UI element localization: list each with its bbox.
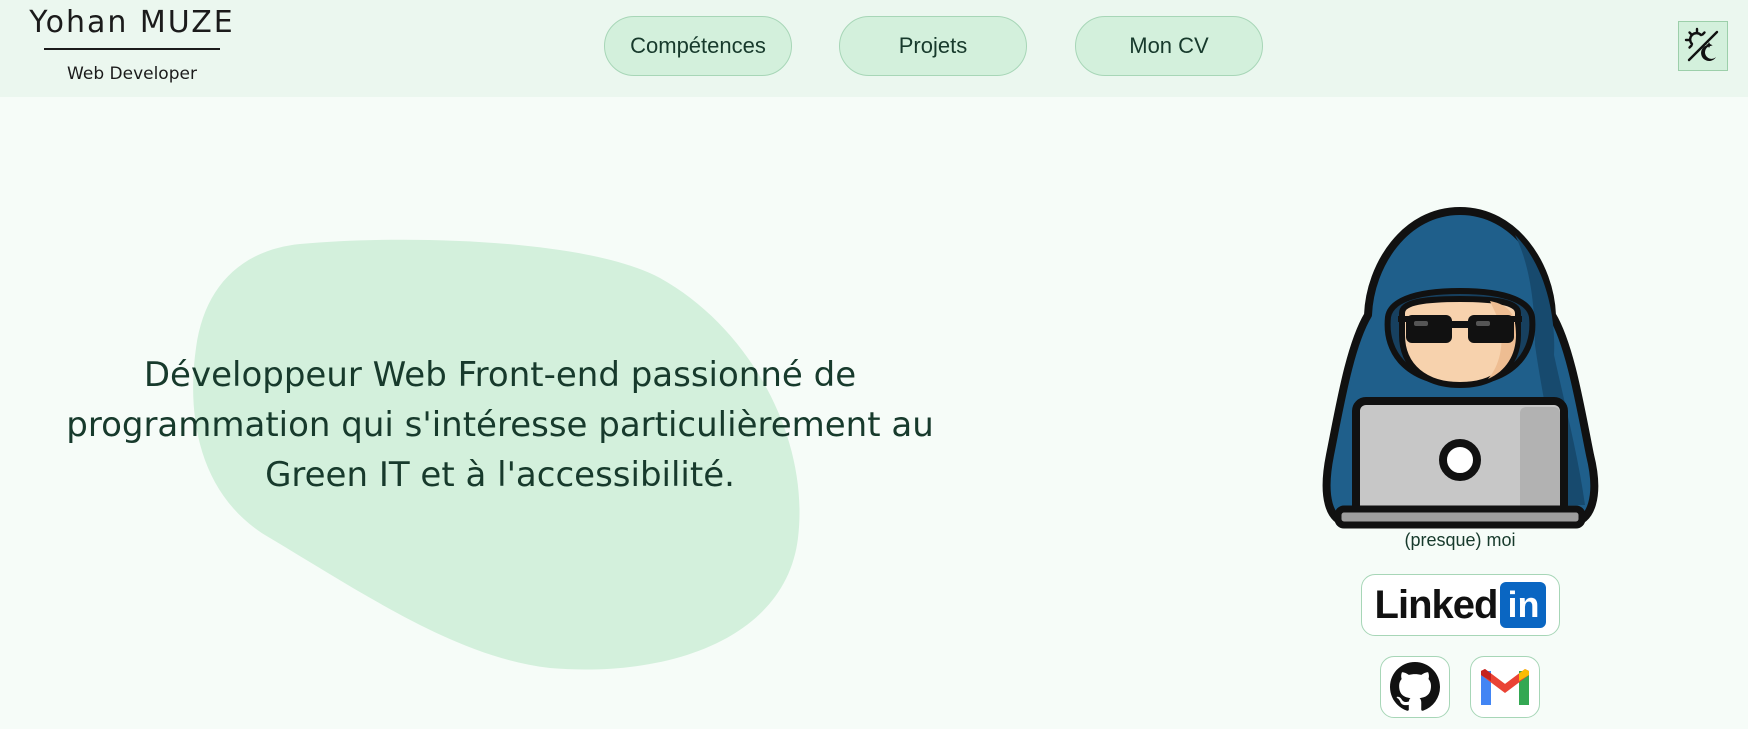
avatar-caption: (presque) moi [1404,530,1516,550]
github-link[interactable] [1380,656,1450,718]
tagline-line-1: Développeur Web Front-end passionné de [143,355,857,395]
gmail-link[interactable] [1470,656,1540,718]
brand-divider [44,48,220,50]
hacker-avatar-illustration [1322,207,1599,529]
linkedin-wordmark: Linked [1374,582,1499,627]
nav-competences-button[interactable]: Compétences [604,16,792,76]
tagline-line-2: programmation qui s'intéresse particuliè… [66,405,934,445]
hero-tagline: Développeur Web Front-end passionné de p… [20,350,980,500]
sun-moon-icon [1684,27,1719,62]
linkedin-icon: in [1500,582,1547,628]
github-icon [1390,662,1440,711]
nav-projets-button[interactable]: Projets [839,16,1027,76]
brand-name: Yohan MUZE [29,5,235,40]
brand-role: Web Developer [67,64,197,84]
linkedin-link[interactable]: Linked in [1361,574,1560,636]
nav-cv-button[interactable]: Mon CV [1075,16,1263,76]
brand-logo[interactable]: Yohan MUZE Web Developer [20,4,244,84]
theme-toggle-button[interactable] [1678,21,1728,71]
site-header: Yohan MUZE Web Developer Compétences Pro… [0,0,1748,97]
tagline-line-3: Green IT et à l'accessibilité. [265,455,735,495]
gmail-icon [1481,669,1529,705]
